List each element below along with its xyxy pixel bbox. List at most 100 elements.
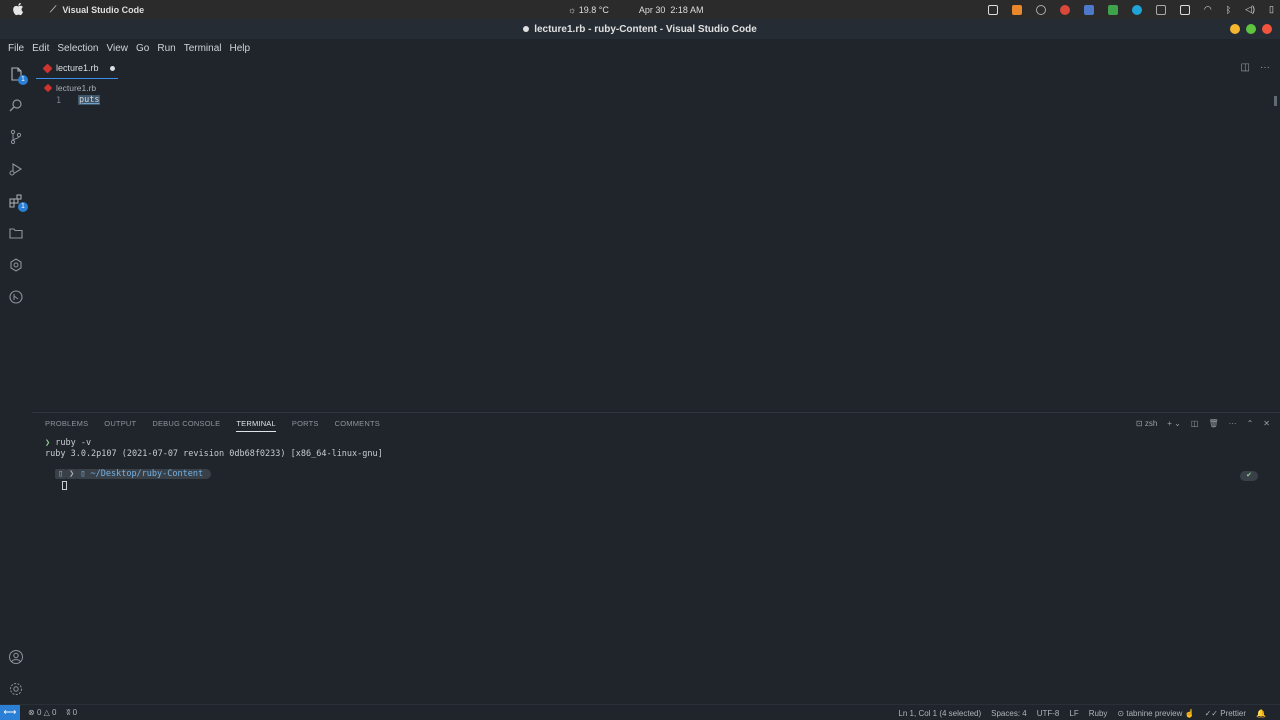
tab-debug-console[interactable]: DEBUG CONSOLE bbox=[152, 419, 220, 432]
menu-terminal[interactable]: Terminal bbox=[180, 39, 226, 58]
os-status-center: ☼ 19.8 °C Apr 30 2:18 AM bbox=[568, 0, 703, 19]
explorer-button[interactable]: 1 bbox=[7, 65, 28, 85]
more-actions-icon[interactable]: ··· bbox=[1260, 62, 1270, 73]
volume-icon[interactable]: ◁) bbox=[1245, 4, 1255, 15]
hand-icon: ☝ bbox=[1182, 708, 1195, 718]
terminal-shell-selector[interactable]: ⊡ zsh bbox=[1136, 419, 1157, 428]
more-actions-icon[interactable]: ··· bbox=[1229, 419, 1237, 428]
error-icon: ⊗ bbox=[28, 708, 37, 717]
indentation[interactable]: Spaces: 4 bbox=[991, 709, 1027, 718]
remote-indicator-icon[interactable]: ⟷ bbox=[0, 704, 20, 720]
clock[interactable]: Apr 30 2:18 AM bbox=[639, 5, 704, 15]
home-icon: ▯ bbox=[80, 469, 91, 479]
terminal-output: ruby 3.0.2p107 (2021-07-07 revision 0db6… bbox=[45, 449, 383, 459]
bottom-panel: PROBLEMS OUTPUT DEBUG CONSOLE TERMINAL P… bbox=[32, 412, 1280, 704]
warning-icon: △ bbox=[43, 708, 52, 717]
os-top-bar: ⟋ Visual Studio Code ☼ 19.8 °C Apr 30 2:… bbox=[0, 0, 1280, 19]
chrome-icon[interactable] bbox=[1059, 4, 1070, 15]
menu-help[interactable]: Help bbox=[226, 39, 255, 58]
maximize-button[interactable] bbox=[1246, 24, 1256, 34]
terminal[interactable]: ❯ ruby -v ruby 3.0.2p107 (2021-07-07 rev… bbox=[45, 438, 383, 490]
apple-logo-icon[interactable] bbox=[12, 2, 24, 16]
hexagon-icon bbox=[10, 258, 22, 272]
explorer-badge: 1 bbox=[18, 75, 28, 85]
line-ending[interactable]: LF bbox=[1069, 709, 1078, 718]
source-control-button[interactable] bbox=[7, 128, 25, 146]
menu-view[interactable]: View bbox=[103, 39, 133, 58]
prompt-arrow-icon: ❯ bbox=[45, 438, 56, 448]
tab-output[interactable]: OUTPUT bbox=[104, 419, 136, 432]
weather-indicator[interactable]: ☼ 19.8 °C bbox=[568, 5, 609, 15]
project-manager-button[interactable] bbox=[7, 224, 25, 242]
run-debug-icon bbox=[9, 163, 23, 176]
account-icon bbox=[9, 650, 23, 664]
language-mode[interactable]: Ruby bbox=[1089, 709, 1108, 718]
ports-indicator[interactable]: ʬ 0 bbox=[66, 708, 77, 717]
os-segment-icon: ▯ bbox=[55, 469, 67, 479]
accounts-button[interactable] bbox=[7, 648, 25, 666]
breadcrumb-file[interactable]: lecture1.rb bbox=[56, 83, 96, 93]
git-graph-button[interactable] bbox=[7, 288, 25, 306]
cursor-position[interactable]: Ln 1, Col 1 (4 selected) bbox=[898, 709, 981, 718]
search-button[interactable] bbox=[7, 96, 25, 114]
ruby-file-icon bbox=[43, 83, 53, 92]
skype-icon[interactable] bbox=[1131, 4, 1142, 15]
double-check-icon: ✓✓ bbox=[1204, 708, 1221, 718]
extension-tray-icon[interactable] bbox=[1155, 4, 1166, 15]
wifi-icon[interactable]: ◠ bbox=[1204, 4, 1212, 15]
vscode-icon: ⟋ bbox=[50, 4, 57, 14]
modified-dot-icon[interactable] bbox=[109, 65, 115, 71]
vpn-icon[interactable] bbox=[1083, 4, 1094, 15]
screen-icon[interactable] bbox=[987, 4, 998, 15]
tab-lecture1-rb[interactable]: lecture1.rb bbox=[36, 58, 118, 79]
trash-icon[interactable]: 🗑 bbox=[1208, 419, 1218, 428]
run-debug-button[interactable] bbox=[7, 160, 25, 178]
git-graph-icon bbox=[9, 290, 23, 304]
extensions-button[interactable]: 1 bbox=[7, 192, 28, 212]
status-left: ⊗ 0 △ 0 ʬ 0 bbox=[28, 708, 77, 717]
menu-edit[interactable]: Edit bbox=[28, 39, 53, 58]
search-icon bbox=[9, 99, 22, 112]
menu-run[interactable]: Run bbox=[153, 39, 179, 58]
window-title: lecture1.rb - ruby-Content - Visual Stud… bbox=[534, 23, 757, 35]
editor-scrollbar[interactable] bbox=[1274, 96, 1277, 106]
extensions-badge: 1 bbox=[18, 202, 28, 212]
tab-label: lecture1.rb bbox=[56, 63, 99, 73]
remote-explorer-button[interactable] bbox=[7, 256, 25, 274]
source-control-icon bbox=[10, 129, 22, 145]
unsaved-indicator-icon bbox=[523, 26, 530, 32]
tabnine-status[interactable]: ⊙ tabnine preview ☝ bbox=[1117, 709, 1194, 718]
menu-go[interactable]: Go bbox=[132, 39, 153, 58]
split-terminal-icon[interactable]: ◫ bbox=[1191, 419, 1199, 428]
encoding[interactable]: UTF-8 bbox=[1037, 709, 1060, 718]
new-terminal-icon[interactable]: + ⌄ bbox=[1167, 419, 1181, 428]
menu-selection[interactable]: Selection bbox=[53, 39, 102, 58]
split-editor-icon[interactable]: ◫ bbox=[1241, 62, 1250, 73]
manage-button[interactable] bbox=[7, 680, 25, 698]
prettier-status[interactable]: ✓✓ Prettier bbox=[1205, 709, 1246, 718]
display-icon[interactable] bbox=[1179, 4, 1190, 15]
menu-file[interactable]: File bbox=[4, 39, 28, 58]
minimize-button[interactable] bbox=[1230, 24, 1240, 34]
tab-problems[interactable]: PROBLEMS bbox=[45, 419, 88, 432]
tab-terminal[interactable]: TERMINAL bbox=[236, 419, 276, 432]
panel-actions: ⊡ zsh + ⌄ ◫ 🗑 ··· ⌃ ✕ bbox=[1136, 419, 1270, 428]
maximize-panel-icon[interactable]: ⌃ bbox=[1247, 419, 1254, 428]
notifications-icon[interactable]: 🔔 bbox=[1256, 709, 1266, 718]
tab-ports[interactable]: PORTS bbox=[292, 419, 319, 432]
close-button[interactable] bbox=[1262, 24, 1272, 34]
code-line[interactable]: puts bbox=[78, 95, 101, 105]
menu-bar: File Edit Selection View Go Run Terminal… bbox=[0, 39, 1280, 58]
close-panel-icon[interactable]: ✕ bbox=[1263, 419, 1270, 428]
tab-comments[interactable]: COMMENTS bbox=[335, 419, 380, 432]
system-tray: ◠ ᛒ ◁) ▯ bbox=[987, 0, 1274, 19]
active-app-name[interactable]: ⟋ Visual Studio Code bbox=[50, 0, 144, 19]
battery-icon[interactable]: ▯ bbox=[1269, 4, 1274, 15]
settings-tray-icon[interactable] bbox=[1035, 4, 1046, 15]
bluetooth-icon[interactable]: ᛒ bbox=[1226, 5, 1231, 15]
folder-icon bbox=[9, 228, 23, 239]
vlc-icon[interactable] bbox=[1011, 4, 1022, 15]
shield-icon[interactable] bbox=[1107, 4, 1118, 15]
problems-indicator[interactable]: ⊗ 0 △ 0 bbox=[28, 708, 56, 717]
code-editor[interactable]: 1 puts bbox=[32, 94, 1280, 412]
